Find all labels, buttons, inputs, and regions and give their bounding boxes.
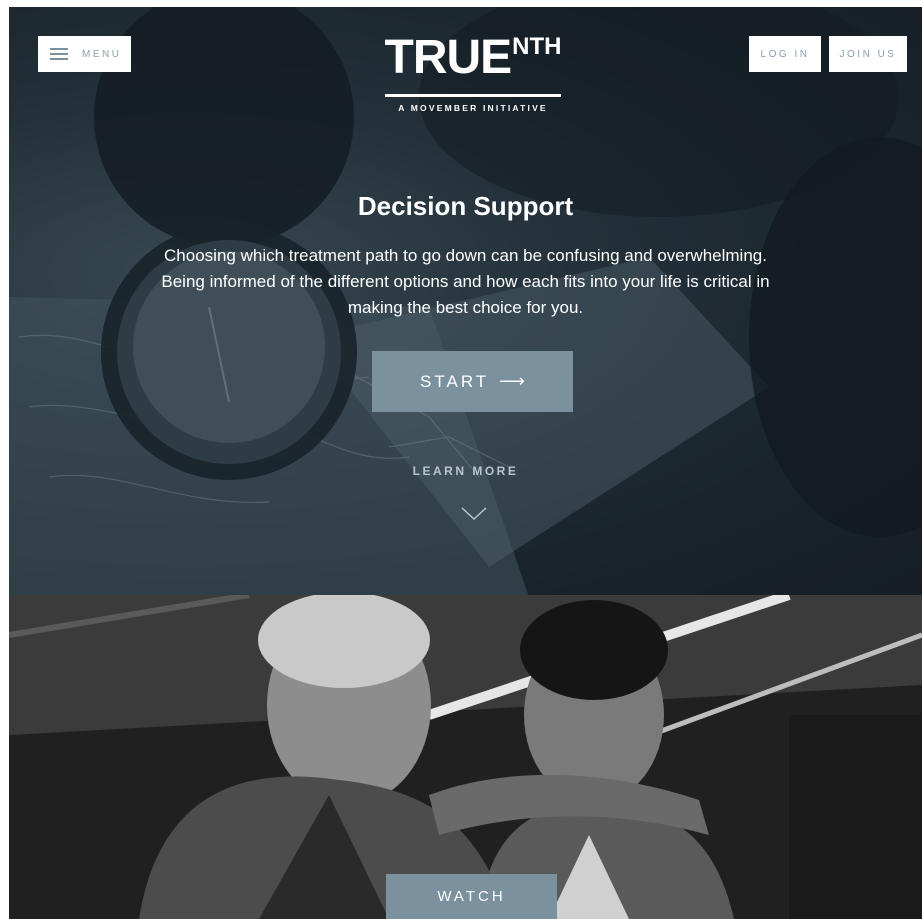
join-us-button[interactable]: JOIN US [829,36,907,72]
logo-text: TRUE [384,31,513,84]
logo-divider [385,94,561,97]
logo-tagline: A MOVEMBER INITIATIVE [398,103,548,113]
menu-button[interactable]: MENU [38,36,131,72]
page-title: Decision Support [357,191,574,221]
menu-label: MENU [82,48,122,60]
start-button-label: START [420,371,490,391]
login-button[interactable]: LOG IN [749,36,821,72]
hero-description: Choosing which treatment path to go down… [161,246,770,317]
video-section: WATCH [9,595,922,919]
page: MENU TRUE NTH A MOVEMBER INITIATIVE LOG … [9,7,922,919]
learn-more-link[interactable]: LEARN MORE [9,464,922,478]
video-thumbnail-image [9,595,922,919]
chevron-down-icon[interactable] [461,507,487,521]
logo-superscript: NTH [512,33,562,60]
hamburger-icon [50,48,68,60]
watch-button[interactable]: WATCH [386,874,557,919]
arrow-right-icon: ⟶ [499,371,525,391]
start-button[interactable]: START ⟶ [372,351,573,412]
truenth-logo[interactable]: TRUE NTH A MOVEMBER INITIATIVE [384,31,562,114]
hero-section: MENU TRUE NTH A MOVEMBER INITIATIVE LOG … [9,7,922,595]
